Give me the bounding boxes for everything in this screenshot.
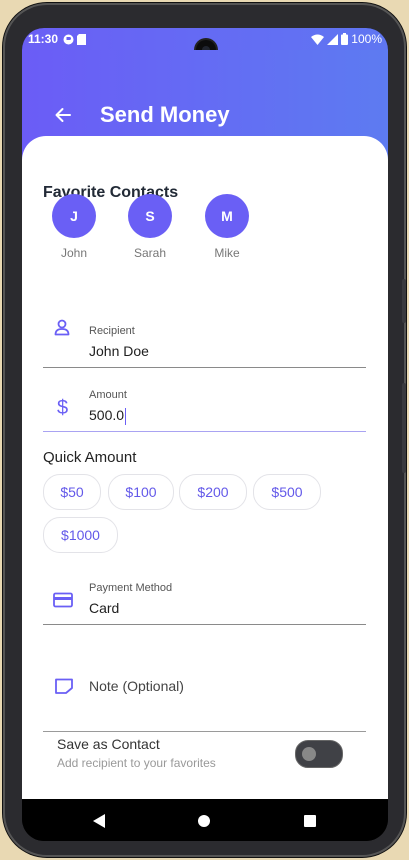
volume-button: [402, 279, 406, 323]
payment-method-dropdown[interactable]: Payment Method Card: [43, 556, 366, 626]
status-time: 11:30: [28, 32, 59, 46]
favorite-contact-mike[interactable]: M Mike: [197, 194, 257, 260]
contact-name: Sarah: [133, 246, 167, 260]
quick-amount-title: Quick Amount: [43, 449, 137, 466]
send-money-form: Favorite Contacts J John S Sarah M Mike …: [22, 136, 388, 799]
recipient-value: John Doe: [89, 343, 149, 359]
page-title: Send Money: [100, 102, 230, 127]
save-contact-title: Save as Contact: [57, 736, 160, 752]
avatar: S: [128, 194, 172, 238]
contact-name: John: [60, 246, 88, 260]
field-underline: [43, 731, 366, 732]
text-cursor: [125, 407, 127, 425]
battery-percent: 100%: [351, 32, 382, 46]
quick-amount-50[interactable]: $50: [43, 474, 101, 510]
quick-amount-500[interactable]: $500: [253, 474, 321, 510]
amount-field[interactable]: $ Amount 500.0: [43, 366, 366, 432]
avatar: J: [52, 194, 96, 238]
person-icon: [54, 319, 70, 336]
quick-amount-100[interactable]: $100: [108, 474, 174, 510]
quick-amount-200[interactable]: $200: [179, 474, 247, 510]
system-nav-bar: [22, 799, 388, 841]
payment-method-value: Card: [89, 600, 120, 616]
recipient-field[interactable]: Recipient John Doe: [43, 296, 366, 368]
nav-back-icon[interactable]: [92, 813, 106, 829]
quick-amount-1000[interactable]: $1000: [43, 517, 118, 553]
amount-value: 500.0: [89, 407, 125, 423]
battery-icon: [341, 33, 349, 45]
save-contact-toggle[interactable]: [295, 740, 343, 768]
nav-recents-icon[interactable]: [304, 815, 316, 827]
note-placeholder: Note (Optional): [89, 678, 184, 694]
app-notification-icon: [63, 34, 74, 44]
signal-icon: [327, 33, 339, 45]
wifi-icon: [311, 34, 325, 45]
note-field[interactable]: Note (Optional): [43, 636, 366, 732]
screen: 11:30 100% Send Money Favorite Contacts: [22, 28, 388, 841]
phone-frame: 11:30 100% Send Money Favorite Contacts: [3, 3, 406, 857]
dollar-icon: $: [57, 397, 69, 419]
avatar: M: [205, 194, 249, 238]
field-underline-focused: [43, 431, 366, 432]
power-button: [402, 383, 406, 473]
contact-name: Mike: [214, 246, 240, 260]
nav-home-icon[interactable]: [198, 815, 210, 827]
favorite-contact-sarah[interactable]: S Sarah: [120, 194, 180, 260]
note-icon: [55, 678, 73, 694]
back-arrow-icon[interactable]: [52, 104, 74, 126]
payment-method-label: Payment Method: [89, 582, 173, 594]
amount-label: Amount: [89, 389, 127, 401]
sd-card-icon: [77, 33, 87, 45]
recipient-label: Recipient: [89, 325, 135, 337]
toggle-knob: [302, 747, 316, 761]
favorite-contact-john[interactable]: J John: [44, 194, 104, 260]
field-underline: [43, 624, 366, 625]
credit-card-icon: [53, 592, 73, 608]
amount-input[interactable]: 500.0: [89, 407, 127, 425]
save-contact-subtitle: Add recipient to your favorites: [57, 756, 216, 770]
